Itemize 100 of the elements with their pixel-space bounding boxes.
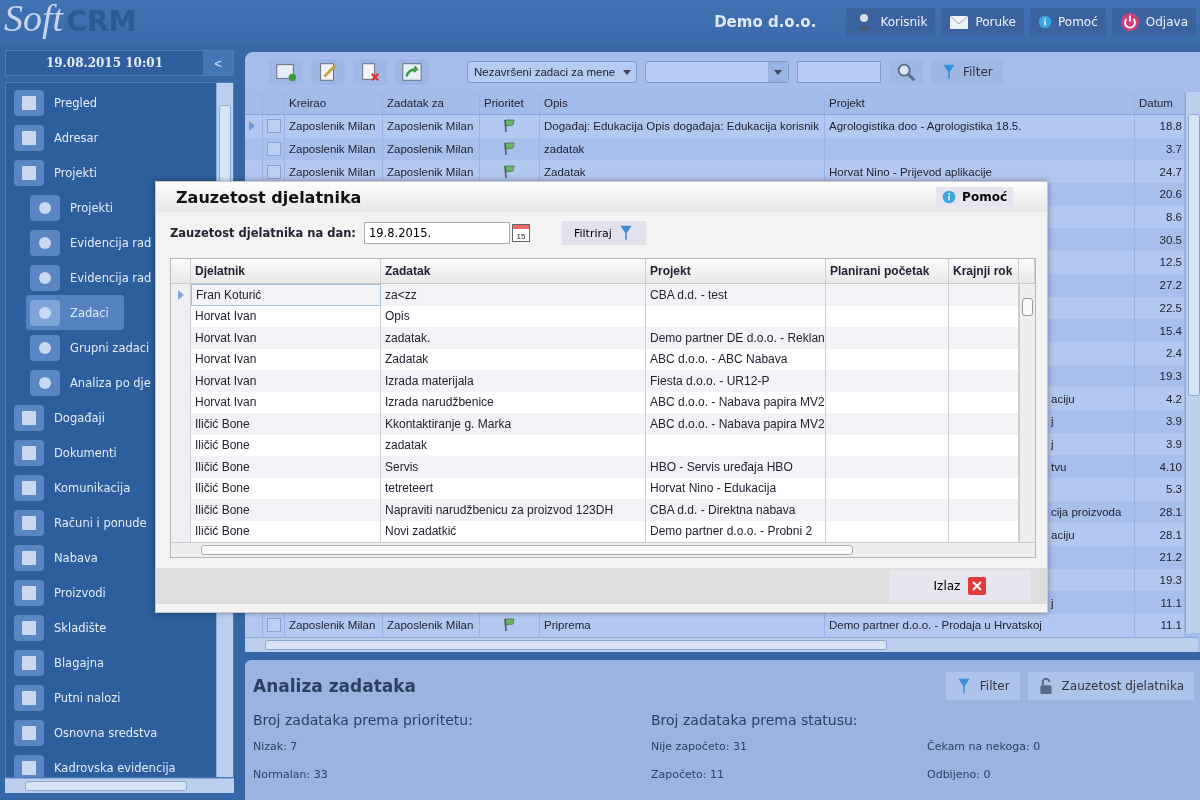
checkbox[interactable]	[267, 142, 281, 157]
filter-button[interactable]: Filter	[931, 59, 1003, 85]
header-button[interactable]: Poruke	[941, 8, 1024, 36]
table-row[interactable]: Iličić Bone Napraviti narudžbenicu za proizvod 123DH CBA d.d. - Direktna nabava	[171, 499, 1019, 521]
nav-item[interactable]: Skladište	[6, 610, 216, 645]
table-row[interactable]: Fran Koturić za<zz CBA d.d. - test	[171, 284, 1019, 306]
checkbox[interactable]	[267, 164, 281, 179]
checkbox[interactable]	[267, 119, 281, 134]
table-row[interactable]: Horvat Ivan Izrada materijala Fiesta d.o.o. - UR12-P	[171, 370, 1019, 392]
edit-button[interactable]	[311, 59, 345, 85]
column-header[interactable]: Prioritet	[480, 92, 540, 114]
nav-item[interactable]: Putni nalozi	[6, 680, 216, 715]
table-cell: CBA d.d. - Direktna nabava	[650, 502, 796, 517]
table-cell: Iličić Bone	[195, 502, 250, 517]
nav-item[interactable]: Blagajna	[6, 645, 216, 680]
nav-item[interactable]: Proizvodi	[6, 575, 216, 610]
nav-item[interactable]: Kadrovska evidencija	[6, 750, 216, 777]
exit-button[interactable]: Izlaz	[889, 570, 1031, 602]
stat-line: Nizak: 7	[253, 739, 299, 755]
collapse-button[interactable]: <	[203, 51, 233, 75]
table-cell: Iličić Bone	[195, 416, 250, 431]
table-cell: Događaj: Edukacija Opis događaja: Edukacija korisnik	[544, 120, 819, 133]
group-heading: Broj zadataka prema prioritetu:	[253, 711, 474, 730]
checkbox[interactable]	[267, 618, 281, 633]
vertical-scrollbar[interactable]	[1019, 284, 1035, 542]
nav-item[interactable]: Pregled	[6, 85, 216, 120]
column-header[interactable]: Djelatnik	[191, 259, 381, 283]
delete-icon	[359, 61, 381, 83]
apply-filter-button[interactable]: Filtriraj	[561, 221, 646, 245]
table-cell: 2.4	[1166, 347, 1182, 360]
table-cell: Demo partner DE d.o.o. - Reklan	[650, 330, 825, 345]
table-cell: Napraviti narudžbenicu za proizvod 123DH	[385, 502, 614, 517]
column-header[interactable]: Opis	[540, 92, 825, 114]
table-cell: Izrada narudžbenice	[385, 395, 494, 410]
tile-icon	[30, 264, 60, 291]
tile-icon	[30, 194, 60, 221]
analysis-button[interactable]: Zauzetost djelatnika	[1027, 671, 1194, 700]
horizontal-scrollbar[interactable]	[5, 778, 234, 793]
table-cell: Iličić Bone	[195, 459, 250, 474]
table-cell: Zaposlenik Milan	[387, 143, 474, 156]
table-row[interactable]: Iličić Bone Servis HBO - Servis uređaja HBO	[171, 456, 1019, 478]
table-cell: ABC d.o.o. - Nabava papira MV2	[650, 416, 825, 431]
stat-line: Odbijeno: 0	[927, 767, 992, 783]
table-cell: 5.3	[1166, 483, 1182, 496]
table-cell-text: tvu	[1050, 460, 1067, 473]
dropdown[interactable]	[645, 61, 789, 83]
table-row[interactable]: Zaposlenik Milan Zaposlenik Milan Zadatak Horvat Nino - Prijevod aplikacije 24.7	[245, 160, 1185, 184]
info-icon	[942, 190, 957, 204]
tile-icon	[14, 159, 44, 186]
nav-item[interactable]: Projekti	[6, 155, 216, 190]
export-icon	[401, 61, 423, 83]
view-dropdown[interactable]: Nezavršeni zadaci za mene	[467, 61, 637, 83]
table-cell: Horvat Ivan	[195, 330, 257, 345]
table-row[interactable]: Zaposlenik Milan Zaposlenik Milan Događaj: Edukacija Opis događaja: Edukacija korisnik Agrologistika doo - Agrologistika 18.5. 18.8	[245, 115, 1185, 138]
column-header[interactable]: Projekt	[646, 259, 826, 283]
delete-button[interactable]	[353, 59, 387, 85]
tile-icon	[30, 369, 60, 396]
header-button[interactable]: Odjava	[1111, 8, 1196, 36]
table-cell: 21.2	[1159, 551, 1182, 564]
table-cell: Iličić Bone	[195, 524, 250, 539]
nav-item[interactable]: Nabava	[6, 540, 216, 575]
table-cell: 20.6	[1159, 188, 1182, 201]
nav-item[interactable]: Osnovna sredstva	[6, 715, 216, 750]
horizontal-scrollbar[interactable]	[171, 542, 1035, 557]
group-heading: Broj zadataka prema statusu:	[651, 711, 859, 730]
tile-icon	[14, 474, 44, 501]
help-button[interactable]: Pomoć	[936, 187, 1013, 207]
search-button[interactable]	[889, 59, 923, 85]
search-field[interactable]	[797, 61, 881, 83]
search-icon	[895, 61, 917, 83]
table-cell: Horvat Ivan	[195, 352, 257, 367]
table-cell: 24.7	[1159, 165, 1182, 178]
column-header[interactable]: Projekt	[825, 92, 1135, 114]
table-cell: Zaposlenik Milan	[387, 120, 474, 133]
column-header[interactable]: Zadatak za	[383, 92, 480, 114]
new-button[interactable]	[269, 59, 303, 85]
table-cell: Iličić Bone	[195, 438, 250, 453]
column-header[interactable]: Krajnji rok	[949, 259, 1019, 283]
table-cell: ABC d.o.o. - Nabava papira MV2	[650, 395, 825, 410]
table-cell: 19.3	[1159, 574, 1182, 587]
table-row[interactable]: Zaposlenik Milan Zaposlenik Milan Priprema Demo partner d.o.o. - Prodaja u Hrvatskoj 11.1	[245, 614, 1185, 637]
column-header[interactable]: Kreirao	[285, 92, 383, 114]
column-header[interactable]: Zadatak	[381, 259, 646, 283]
tile-icon	[14, 404, 44, 431]
column-header[interactable]: Planirani početak	[826, 259, 949, 283]
nav-item[interactable]: Adresar	[6, 120, 216, 155]
table-cell: tetreteert	[385, 481, 434, 496]
table-cell: 19.3	[1159, 369, 1182, 382]
analysis-button[interactable]: Filter	[945, 671, 1020, 700]
table-cell: Agrologistika doo - Agrologistika 18.5.	[829, 120, 1022, 133]
calendar-button[interactable]: 15	[511, 224, 530, 242]
export-button[interactable]	[395, 59, 429, 85]
date-field[interactable]: 19.8.2015.	[363, 222, 510, 244]
table-row[interactable]: Iličić Bone Kkontaktiranje g. Marka ABC d.o.o. - Nabava papira MV2	[171, 413, 1019, 435]
vertical-scrollbar[interactable]	[1185, 92, 1200, 633]
tile-icon	[14, 719, 44, 746]
header-button[interactable]: Korisnik	[846, 8, 936, 36]
header-button[interactable]: Pomoć	[1030, 8, 1106, 36]
stat-line: Čekam na nekoga: 0	[927, 739, 1042, 755]
table-row[interactable]: Horvat Ivan zadatak. Demo partner DE d.o.o. - Reklan	[171, 327, 1019, 349]
